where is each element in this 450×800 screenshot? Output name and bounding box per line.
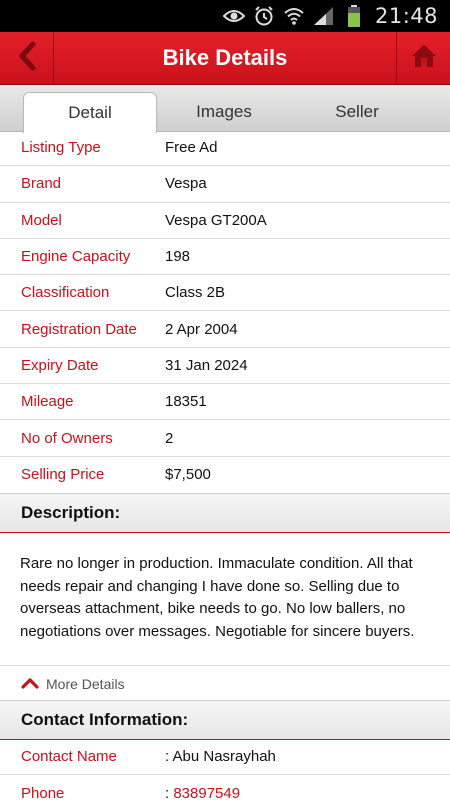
detail-row-classification: Classification Class 2B	[0, 275, 450, 312]
contact-name-label: Contact Name	[21, 748, 117, 766]
contact-list: Contact Name : Abu Nasrayhah Phone : 838…	[0, 739, 450, 800]
home-button[interactable]	[396, 32, 450, 84]
detail-label: Selling Price	[21, 466, 105, 484]
detail-row-engine-capacity: Engine Capacity 198	[0, 239, 450, 276]
contact-phone-label: Phone	[21, 784, 65, 800]
detail-label: Expiry Date	[21, 356, 99, 374]
detail-row-no-of-owners: No of Owners 2	[0, 420, 450, 457]
back-button[interactable]	[0, 32, 54, 84]
phone-link[interactable]: 83897549	[173, 785, 240, 800]
tab-images[interactable]: Images	[157, 92, 291, 132]
signal-icon	[313, 5, 335, 27]
chevron-left-icon	[17, 41, 37, 76]
more-details-toggle[interactable]: More Details	[0, 665, 450, 701]
detail-label: No of Owners	[21, 429, 113, 447]
detail-label: Model	[21, 211, 62, 229]
detail-value: Vespa GT200A	[165, 211, 267, 229]
wifi-icon	[283, 5, 305, 27]
tab-seller[interactable]: Seller	[290, 92, 424, 132]
detail-row-expiry-date: Expiry Date 31 Jan 2024	[0, 348, 450, 385]
contact-row-name: Contact Name : Abu Nasrayhah	[0, 739, 450, 776]
detail-value: Class 2B	[165, 284, 226, 302]
detail-value: Free Ad	[165, 139, 218, 157]
detail-row-mileage: Mileage 18351	[0, 384, 450, 421]
status-bar: 21:48	[0, 0, 450, 32]
contact-phone-value: : 83897549	[165, 785, 240, 800]
detail-label: Classification	[21, 284, 110, 302]
page-title: Bike Details	[162, 45, 288, 70]
detail-label: Listing Type	[21, 139, 101, 157]
description-text: Rare no longer in production. Immaculate…	[20, 555, 415, 640]
detail-label: Brand	[21, 175, 62, 193]
detail-row-brand: Brand Vespa	[0, 166, 450, 203]
detail-value: 2 Apr 2004	[165, 320, 238, 338]
detail-label: Mileage	[21, 393, 74, 411]
detail-row-listing-type: Listing Type Free Ad	[0, 130, 450, 167]
detail-row-selling-price: Selling Price $7,500	[0, 457, 450, 493]
app-bar: Bike Details	[0, 32, 450, 85]
home-icon	[411, 43, 437, 74]
detail-value: $7,500	[165, 466, 211, 484]
chevron-up-icon	[21, 676, 39, 692]
detail-row-registration-date: Registration Date 2 Apr 2004	[0, 311, 450, 348]
tab-detail[interactable]: Detail	[23, 92, 157, 133]
detail-list: Listing Type Free Ad Brand Vespa Model V…	[0, 130, 450, 493]
detail-value: 2	[165, 429, 174, 447]
description-heading: Description:	[0, 493, 450, 533]
detail-value: 18351	[165, 393, 207, 411]
clock: 21:48	[374, 4, 438, 28]
more-details-label: More Details	[46, 675, 125, 692]
contact-row-phone: Phone : 83897549	[0, 775, 450, 800]
detail-label: Registration Date	[21, 320, 137, 338]
detail-value: 198	[165, 248, 191, 266]
detail-value: Vespa	[165, 175, 207, 193]
contact-name-value: : Abu Nasrayhah	[165, 748, 276, 766]
alarm-icon	[253, 5, 275, 27]
eye-icon	[222, 5, 245, 27]
contact-heading: Contact Information:	[0, 700, 450, 740]
tab-bar: Detail Images Seller	[0, 85, 450, 133]
battery-icon	[343, 5, 365, 27]
detail-value: 31 Jan 2024	[165, 356, 248, 374]
detail-label: Engine Capacity	[21, 248, 131, 266]
detail-row-model: Model Vespa GT200A	[0, 203, 450, 239]
